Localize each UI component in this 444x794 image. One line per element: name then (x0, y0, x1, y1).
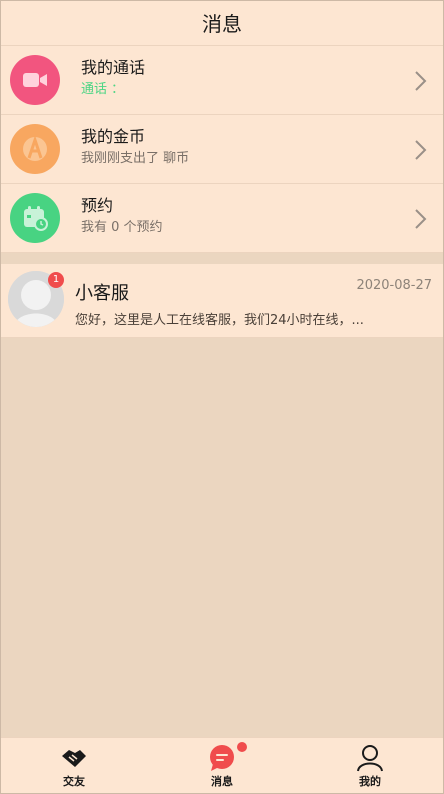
chat-bubble-icon (210, 745, 234, 771)
tab-label: 我的 (359, 775, 381, 788)
calendar-clock-icon (10, 193, 60, 243)
menu-item-coins[interactable]: 我的金币 我刚刚支出了 聊币 (0, 115, 444, 184)
title-bar: 消息 (0, 0, 444, 46)
conversation-name: 小客服 (75, 283, 129, 304)
tab-label: 消息 (211, 775, 233, 788)
menu-item-subtitle: 通话 ： (81, 82, 125, 97)
tab-label: 交友 (63, 775, 85, 788)
conversation-row[interactable]: 1 小客服 2020-08-27 您好，这里是人工在线客服，我们24小时在线，.… (0, 264, 444, 338)
conversation-date: 2020-08-27 (356, 278, 432, 293)
menu-item-title: 我的金币 (81, 127, 146, 146)
tab-messages[interactable]: 消息 (148, 738, 296, 794)
menu-list: 我的通话 通话 ： 我的金币 我刚刚支出了 聊币 预约 我有 0 个预约 (0, 46, 444, 253)
chevron-right-icon (415, 140, 427, 160)
chevron-right-icon (415, 71, 427, 91)
menu-item-title: 我的通话 (81, 58, 146, 77)
coin-icon (10, 124, 60, 174)
chevron-right-icon (415, 209, 427, 229)
unread-badge: 1 (48, 272, 64, 288)
menu-item-subtitle: 我刚刚支出了 聊币 (81, 151, 190, 166)
tab-friends[interactable]: 交友 (0, 738, 148, 794)
menu-item-title: 预约 (81, 196, 114, 215)
menu-item-appointments[interactable]: 预约 我有 0 个预约 (0, 184, 444, 253)
handshake-icon (62, 750, 86, 767)
menu-item-subtitle: 我有 0 个预约 (81, 220, 163, 235)
notification-dot (237, 742, 247, 752)
conversation-preview: 您好，这里是人工在线客服，我们24小时在线，... (75, 313, 364, 328)
page-title: 消息 (202, 12, 242, 36)
menu-item-calls[interactable]: 我的通话 通话 ： (0, 46, 444, 115)
video-camera-icon (10, 55, 60, 105)
tab-profile[interactable]: 我的 (296, 738, 444, 794)
person-icon (357, 745, 383, 772)
bottom-tab-bar: 交友 消息 我的 (0, 737, 444, 794)
